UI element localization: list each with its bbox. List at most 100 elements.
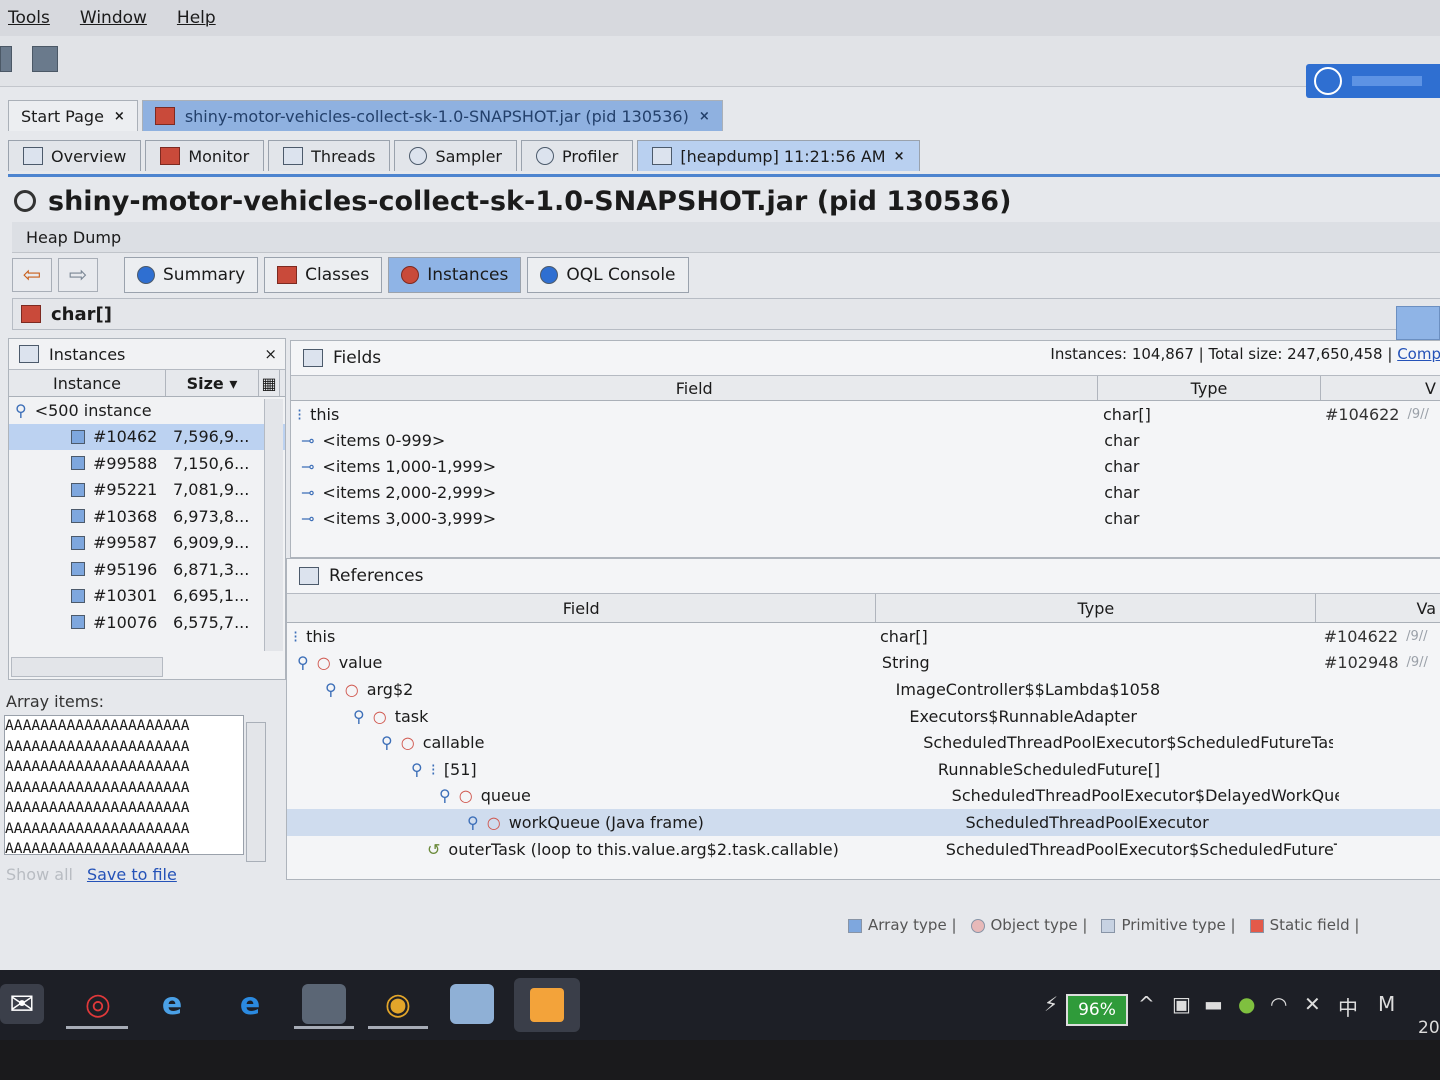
keyboard-icon[interactable]: ▬: [1204, 992, 1223, 1016]
field-row[interactable]: ⊸ <items 1,000-1,999> char: [291, 453, 1440, 479]
tab-monitor[interactable]: Monitor: [145, 140, 265, 171]
summary-button[interactable]: Summary: [124, 257, 259, 293]
notes-icon[interactable]: [450, 984, 494, 1024]
mute-icon[interactable]: ✕: [1304, 992, 1321, 1016]
ie-icon[interactable]: e: [150, 984, 194, 1024]
column-picker-icon[interactable]: ▦: [259, 370, 280, 396]
tab-threads[interactable]: Threads: [268, 140, 391, 171]
image-app-icon[interactable]: [302, 984, 346, 1024]
size-column[interactable]: Size ▾: [166, 370, 259, 396]
tab-overview[interactable]: Overview: [8, 140, 142, 171]
instance-row[interactable]: #99588 7,150,6...: [9, 450, 285, 477]
type-column[interactable]: Type: [876, 594, 1317, 622]
menu-help[interactable]: Help: [177, 8, 216, 28]
instance-row[interactable]: #10368 6,973,8...: [9, 503, 285, 530]
clock[interactable]: 20: [1418, 1018, 1440, 1038]
compute-link[interactable]: Comp: [1397, 345, 1440, 363]
close-icon[interactable]: ×: [699, 109, 710, 124]
reference-row[interactable]: ⚲ ○ queue ScheduledThreadPoolExecutor$Delay…: [287, 783, 1440, 810]
reference-row[interactable]: ⚲ ○ callable ScheduledThreadPoolExecutor$Sc…: [287, 729, 1440, 756]
instance-row[interactable]: #95221 7,081,9...: [9, 477, 285, 504]
value-cell: #104622/9//: [1325, 405, 1440, 424]
view-tabs: Overview Monitor Threads Sampler Profile…: [8, 140, 1440, 177]
field-row[interactable]: ⊸ <items 0-999> char: [291, 427, 1440, 453]
instance-row[interactable]: #10462 7,596,9...: [9, 423, 285, 450]
tab-heapdump[interactable]: [heapdump] 11:21:56 AM ×: [637, 140, 920, 171]
close-icon[interactable]: ×: [264, 345, 277, 363]
legend-label: Primitive type |: [1121, 916, 1236, 934]
instances-button[interactable]: Instances: [388, 257, 522, 293]
instance-row[interactable]: #95196 6,871,3...: [9, 556, 285, 583]
save-to-file-link[interactable]: Save to file: [87, 865, 177, 884]
reference-row[interactable]: ⚲ ⁝ [51] RunnableScheduledFuture[]: [287, 756, 1440, 783]
expand-icon[interactable]: ⊸: [301, 431, 314, 450]
expand-icon[interactable]: ⚲: [439, 786, 451, 805]
tray-app-icon[interactable]: ▣: [1172, 992, 1191, 1016]
chrome-icon[interactable]: ◉: [376, 984, 420, 1024]
expand-icon[interactable]: ⚲: [381, 733, 393, 752]
instance-row[interactable]: #99587 6,909,9...: [9, 530, 285, 557]
forward-button[interactable]: ⇨: [58, 258, 98, 292]
chevron-up-icon[interactable]: ^: [1138, 992, 1155, 1016]
back-button[interactable]: ⇦: [12, 258, 52, 292]
reference-row[interactable]: ⚲ ○ workQueue (Java frame) ScheduledThreadP…: [287, 809, 1440, 836]
expand-icon[interactable]: ⊸: [301, 483, 314, 502]
power-icon[interactable]: ⚡: [1044, 992, 1058, 1016]
value-column[interactable]: V: [1321, 376, 1440, 400]
field-row[interactable]: ⊸ <items 2,000-2,999> char: [291, 479, 1440, 505]
instance-group[interactable]: ⚲ <500 instance: [9, 397, 285, 424]
instance-size: 7,596,9...: [173, 427, 250, 447]
tab-sampler[interactable]: Sampler: [394, 140, 518, 171]
expand-icon[interactable]: ⚲: [467, 813, 479, 832]
corner-widget[interactable]: [1306, 64, 1440, 98]
expand-icon[interactable]: ⚲: [297, 653, 309, 672]
tab-application[interactable]: shiny-motor-vehicles-collect-sk-1.0-SNAP…: [141, 100, 723, 131]
ime-mode-indicator[interactable]: M: [1378, 992, 1395, 1016]
field-row[interactable]: ⁝ this char[] #104622/9//: [291, 401, 1440, 427]
heapdump-icon: [652, 147, 673, 165]
expand-icon[interactable]: ⚲: [411, 760, 423, 779]
expand-icon[interactable]: ⚲: [325, 680, 337, 699]
reference-row[interactable]: ↺ outerTask (loop to this.value.arg$2.tas…: [287, 836, 1440, 863]
type-column[interactable]: Type: [1098, 376, 1321, 400]
tab-profiler[interactable]: Profiler: [521, 140, 634, 171]
close-icon[interactable]: ×: [894, 149, 905, 164]
menu-tools[interactable]: Tools: [8, 8, 50, 28]
crumb-action-button[interactable]: [1396, 306, 1440, 340]
wifi-icon[interactable]: ◠: [1270, 992, 1287, 1016]
expand-icon[interactable]: ⊸: [301, 457, 314, 476]
reference-row[interactable]: ⚲ ○ arg$2 ImageController$$Lambda$1058: [287, 676, 1440, 703]
edge-icon[interactable]: e: [228, 984, 272, 1024]
mail-icon[interactable]: ✉: [0, 984, 44, 1024]
expand-icon[interactable]: ⊸: [301, 509, 314, 528]
heap-dump-icon[interactable]: [32, 46, 58, 72]
expand-icon[interactable]: ⚲: [353, 707, 365, 726]
instance-row[interactable]: #10076 6,575,7...: [9, 609, 285, 636]
instance-column[interactable]: Instance: [9, 370, 166, 396]
reference-row[interactable]: ⚲ ○ task Executors$RunnableAdapter: [287, 703, 1440, 730]
toolbar-icon-1[interactable]: [0, 46, 12, 72]
array-items-text[interactable]: AAAAAAAAAAAAAAAAAAAAA AAAAAAAAAAAAAAAAAAA…: [4, 715, 244, 855]
app-snail-icon[interactable]: ◎: [76, 984, 120, 1024]
ime-indicator[interactable]: 中: [1338, 992, 1358, 1021]
expand-icon[interactable]: ⚲: [15, 401, 27, 420]
close-icon[interactable]: ×: [114, 109, 125, 124]
oql-console-button[interactable]: OQL Console: [527, 257, 689, 293]
references-column-header: Field Type Va: [287, 594, 1440, 623]
value-column[interactable]: Va: [1316, 594, 1440, 622]
active-app-icon[interactable]: [514, 978, 580, 1032]
reference-row[interactable]: ⚲ ○ value String #102948/9//: [287, 650, 1440, 677]
classes-button[interactable]: Classes: [264, 257, 383, 293]
instance-row[interactable]: #10301 6,695,1...: [9, 583, 285, 610]
reference-row[interactable]: ⁝ this char[] #104622/9//: [287, 623, 1440, 650]
field-row[interactable]: ⊸ <items 3,000-3,999> char: [291, 505, 1440, 531]
instances-hscrollbar[interactable]: [11, 657, 163, 677]
menu-window[interactable]: Window: [80, 8, 147, 28]
tray-green-icon[interactable]: ●: [1238, 992, 1255, 1016]
tab-start-page[interactable]: Start Page ×: [8, 100, 138, 131]
field-column[interactable]: Field: [287, 594, 877, 622]
field-column[interactable]: Field: [291, 376, 1099, 400]
battery-indicator[interactable]: 96%: [1066, 994, 1128, 1026]
instances-scrollbar[interactable]: [264, 399, 283, 651]
array-items-scrollbar[interactable]: [246, 722, 266, 862]
